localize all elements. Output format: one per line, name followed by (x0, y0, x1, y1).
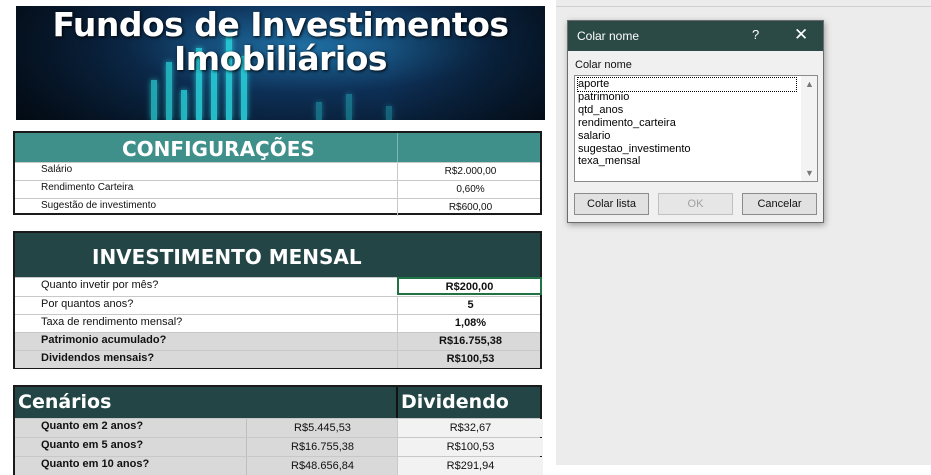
investimento-row[interactable]: Patrimonio acumulado? R$16.755,38 (15, 332, 540, 350)
investimento-value-selected-cell[interactable]: R$200,00 (397, 277, 542, 295)
listbox-scrollbar[interactable]: ▲ ▼ (801, 76, 817, 181)
config-row[interactable]: Sugestão de investimento R$600,00 (15, 198, 540, 216)
paste-list-button[interactable]: Colar lista (574, 193, 649, 215)
config-label: Sugestão de investimento (41, 200, 157, 211)
investimento-row[interactable]: Quanto invetir por mês? R$200,00 (15, 277, 542, 296)
config-row[interactable]: Salário R$2.000,00 (15, 162, 540, 180)
investimento-row[interactable]: Taxa de rendimento mensal? 1,08% (15, 314, 540, 332)
cenario-dividendo[interactable]: R$100,53 (397, 438, 543, 456)
help-icon[interactable]: ? (752, 27, 759, 42)
list-item[interactable]: salario (578, 130, 796, 143)
investimento-label: Patrimonio acumulado? (41, 334, 167, 346)
config-header: CONFIGURAÇÕES (15, 133, 540, 162)
ok-button[interactable]: OK (658, 193, 733, 215)
cenario-patrimonio[interactable]: R$16.755,38 (246, 438, 398, 456)
cenario-dividendo[interactable]: R$291,94 (397, 457, 543, 475)
cenario-dividendo[interactable]: R$32,67 (397, 419, 543, 437)
investimento-value[interactable]: R$100,53 (397, 351, 543, 368)
config-label: Rendimento Carteira (41, 182, 134, 193)
config-value[interactable]: R$600,00 (397, 199, 543, 216)
config-title: CONFIGURAÇÕES (122, 137, 315, 161)
investimento-table: INVESTIMENTO MENSAL Quanto invetir por m… (13, 231, 542, 369)
cancel-button[interactable]: Cancelar (742, 193, 817, 215)
banner-title-line1: Fundos de Investimentos (52, 6, 509, 44)
dialog-title: Colar nome (577, 29, 640, 43)
paste-name-dialog: Colar nome ? ✕ Colar nome aporte patrimo… (567, 20, 824, 223)
close-icon[interactable]: ✕ (794, 25, 808, 45)
investimento-value[interactable]: 5 (397, 297, 543, 314)
scroll-down-icon[interactable]: ▼ (805, 168, 814, 178)
list-item[interactable]: sugestao_investimento (578, 143, 796, 156)
cenario-row[interactable]: Quanto em 5 anos? R$16.755,38 R$100,53 (15, 437, 543, 456)
list-item[interactable]: qtd_anos (578, 104, 796, 117)
spreadsheet-area: Fundos de Investimentos Imobiliários CON… (0, 0, 556, 475)
list-item[interactable]: rendimento_carteira (578, 117, 796, 130)
cenarios-table: Cenários Dividendo Quanto em 2 anos? R$5… (13, 385, 543, 475)
investimento-row[interactable]: Dividendos mensais? R$100,53 (15, 350, 540, 368)
scroll-up-icon[interactable]: ▲ (805, 79, 814, 89)
names-list-caption: Colar nome (575, 59, 632, 71)
cenario-row[interactable]: Quanto em 2 anos? R$5.445,53 R$32,67 (15, 418, 543, 437)
banner-title: Fundos de Investimentos Imobiliários (16, 8, 545, 76)
investimento-value[interactable]: 1,08% (397, 315, 543, 332)
cenario-patrimonio[interactable]: R$48.656,84 (246, 457, 398, 475)
cenario-row[interactable]: Quanto em 10 anos? R$48.656,84 R$291,94 (15, 456, 543, 475)
names-listbox[interactable]: aporte patrimonio qtd_anos rendimento_ca… (574, 75, 818, 182)
dialog-titlebar[interactable]: Colar nome ? ✕ (568, 21, 823, 51)
investimento-label: Dividendos mensais? (41, 352, 155, 364)
investimento-value[interactable]: R$16.755,38 (397, 333, 543, 350)
investimento-row[interactable]: Por quantos anos? 5 (15, 296, 540, 314)
config-row[interactable]: Rendimento Carteira 0,60% (15, 180, 540, 198)
config-label: Salário (41, 164, 73, 175)
cenario-label: Quanto em 2 anos? (41, 420, 144, 432)
cenarios-header: Cenários Dividendo (15, 387, 540, 418)
cenarios-title: Cenários (18, 391, 112, 413)
list-item[interactable]: texa_mensal (578, 155, 796, 168)
cenario-patrimonio[interactable]: R$5.445,53 (246, 419, 398, 437)
banner-title-line2: Imobiliários (173, 39, 388, 78)
cenario-label: Quanto em 10 anos? (41, 458, 150, 470)
list-item[interactable]: patrimonio (578, 91, 796, 104)
config-value[interactable]: R$2.000,00 (397, 163, 543, 180)
list-item[interactable]: aporte (577, 77, 797, 92)
investimento-label: Quanto invetir por mês? (41, 279, 159, 291)
config-table: CONFIGURAÇÕES Salário R$2.000,00 Rendime… (13, 131, 542, 216)
investimento-label: Por quantos anos? (41, 298, 134, 310)
cenario-label: Quanto em 5 anos? (41, 439, 144, 451)
investimento-header: INVESTIMENTO MENSAL (15, 233, 540, 277)
dividendo-header: Dividendo (401, 391, 509, 413)
config-value[interactable]: 0,60% (397, 181, 543, 198)
banner-image: Fundos de Investimentos Imobiliários (16, 6, 545, 120)
investimento-label: Taxa de rendimento mensal? (41, 316, 183, 328)
investimento-title: INVESTIMENTO MENSAL (92, 245, 362, 269)
